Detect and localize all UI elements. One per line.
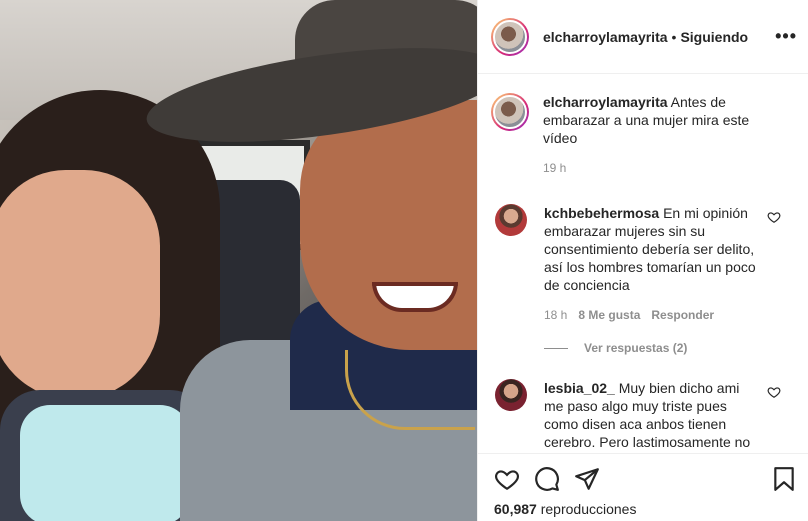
- view-replies-label[interactable]: Ver respuestas (2): [584, 341, 687, 355]
- comment-item: kchbebehermosa En mi opinión embarazar m…: [495, 204, 805, 324]
- blanket: [20, 405, 190, 521]
- comment-avatar[interactable]: [495, 204, 527, 236]
- avatar-image: [493, 95, 527, 129]
- comment-avatar[interactable]: [495, 379, 527, 411]
- caption-body: elcharroylamayrita Antes de embarazar a …: [543, 93, 763, 177]
- caption-avatar[interactable]: [491, 93, 529, 131]
- comment-likes[interactable]: 8 Me gusta: [578, 306, 640, 324]
- comment-username[interactable]: kchbebehermosa: [544, 205, 659, 221]
- comment-item: lesbia_02_ Muy bien dicho ami me paso al…: [495, 379, 805, 451]
- post-header: elcharroylamayrita • Siguiendo •••: [478, 0, 808, 74]
- replies-divider: [544, 347, 568, 349]
- header-separator: •: [671, 28, 677, 45]
- comment-time[interactable]: 18 h: [544, 306, 567, 324]
- post-caption: elcharroylamayrita Antes de embarazar a …: [491, 93, 791, 177]
- caption-time[interactable]: 19 h: [543, 159, 763, 177]
- comment-username[interactable]: lesbia_02_: [544, 380, 615, 396]
- more-options-icon[interactable]: •••: [775, 26, 797, 47]
- action-bar: [494, 466, 600, 492]
- instagram-post-view: elcharroylamayrita • Siguiendo ••• elcha…: [0, 0, 808, 521]
- comment-heart-icon[interactable]: [767, 210, 781, 224]
- following-button[interactable]: Siguiendo: [680, 29, 748, 45]
- views-count[interactable]: 60,987 reproducciones: [494, 501, 636, 517]
- comments-list[interactable]: elcharroylamayrita Antes de embarazar a …: [478, 75, 808, 453]
- bookmark-icon[interactable]: [771, 466, 797, 492]
- man-face: [300, 100, 477, 350]
- views-number: 60,987: [494, 501, 537, 517]
- reply-button[interactable]: Responder: [651, 306, 714, 324]
- header-username[interactable]: elcharroylamayrita: [543, 29, 668, 45]
- header-avatar[interactable]: [491, 17, 529, 56]
- comment-heart-icon[interactable]: [767, 385, 781, 399]
- girl-face: [0, 170, 160, 400]
- comment-meta: 18 h 8 Me gusta Responder: [544, 306, 762, 324]
- share-icon[interactable]: [574, 466, 600, 492]
- post-side-panel: elcharroylamayrita • Siguiendo ••• elcha…: [477, 0, 808, 521]
- caption-username[interactable]: elcharroylamayrita: [543, 94, 668, 110]
- comment-body: kchbebehermosa En mi opinión embarazar m…: [544, 204, 762, 324]
- view-replies-button[interactable]: Ver respuestas (2): [544, 341, 687, 355]
- views-label: reproducciones: [540, 501, 637, 517]
- comment-body: lesbia_02_ Muy bien dicho ami me paso al…: [544, 379, 762, 451]
- avatar-image: [493, 19, 527, 54]
- heart-icon[interactable]: [494, 466, 520, 492]
- comment-icon[interactable]: [534, 466, 560, 492]
- video-player[interactable]: [0, 0, 477, 521]
- post-footer: 60,987 reproducciones: [478, 453, 808, 521]
